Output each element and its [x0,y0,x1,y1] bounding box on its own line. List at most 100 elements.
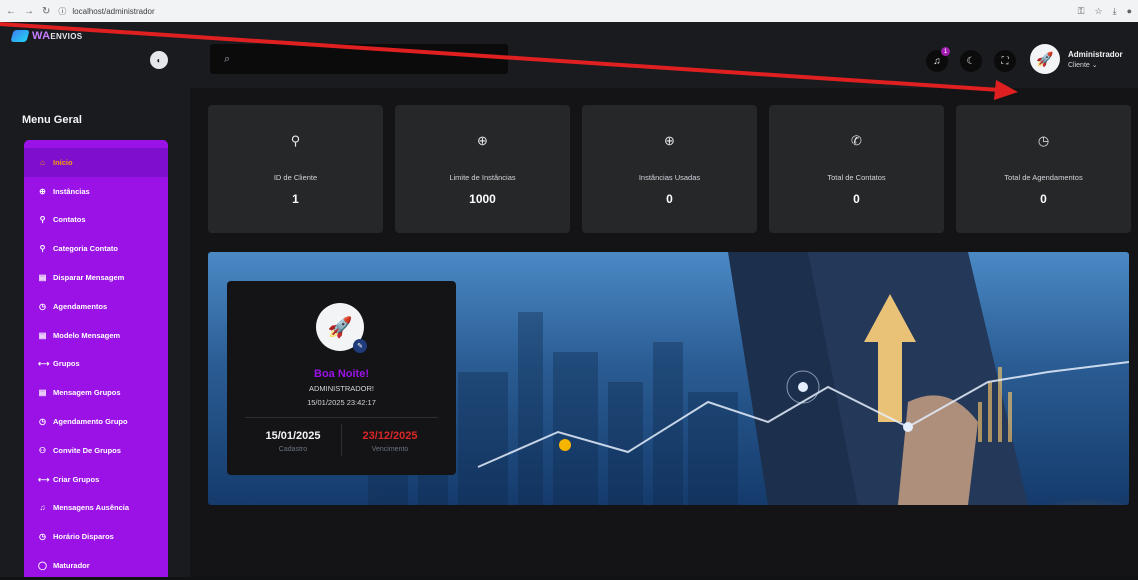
document-icon: ▤ [38,330,47,340]
sidebar-item-label: Mensagem Grupos [53,388,121,398]
sidebar-item-maturador[interactable]: ◯ Maturador [24,551,168,580]
chat-icon: ◯ [38,561,47,571]
expiry-label: Vencimento [371,446,409,453]
download-icon[interactable]: ⤓ [1113,6,1117,17]
stats-cards: ⚲ ID de Cliente 1 ⊕ Limite de Instâncias 1000… [208,105,1131,233]
greeting-text: Boa Noite! [314,368,369,380]
stat-card: ⊕ Instâncias Usadas 0 [582,105,757,233]
stat-label: Total de Contatos [827,173,886,182]
logo-icon [10,30,30,42]
sidebar-item-agendamentos[interactable]: ◷ Agendamentos [24,292,168,321]
sidebar-item-convite-de-grupos[interactable]: ⚇ Convite De Grupos [24,436,168,465]
sidebar-item-categoria-contato[interactable]: ⚲ Categoria Contato [24,234,168,263]
search-input[interactable]: ⌕ [210,44,508,74]
url-text: localhost/administrador [72,6,155,16]
browser-toolbar: ← → ↻ ⓘ localhost/administrador ⚿ ☆ ⤓ ● [0,0,1138,22]
fullscreen-icon: ⛶ [1001,55,1009,67]
avatar: 🚀 [1030,44,1060,74]
clock-icon: ◷ [39,532,46,542]
stat-card: ✆ Total de Contatos 0 [769,105,944,233]
home-icon: ⌂ [40,157,45,167]
stat-card: ⚲ ID de Cliente 1 [208,105,383,233]
expiry-block: 23/12/2025 Vencimento [342,430,438,453]
sidebar-item-label: Maturador [53,561,90,571]
sidebar-item-label: Grupos [53,359,80,369]
sidebar-item-grupos[interactable]: ⟷ Grupos [24,350,168,379]
sidebar-menu: ⌂ Início ⊕ Instâncias ⚲ Contatos ⚲ Categoria Co… [24,140,168,577]
stat-value: 0 [666,192,673,206]
sidebar-item-hor-rio-disparos[interactable]: ◷ Horário Disparos [24,522,168,551]
signup-block: 15/01/2025 Cadastro [245,430,341,453]
sidebar: Menu Geral ⌂ Início ⊕ Instâncias ⚲ Contatos ⚲ C… [0,88,190,577]
sidebar-toggle-button[interactable]: ◐ [150,51,168,69]
document-icon: ▤ [38,388,47,398]
pencil-icon: ✎ [357,343,363,350]
globe-icon: ⊕ [39,186,46,196]
notification-button[interactable]: ♫ 1 [926,47,950,72]
sidebar-item-label: Criar Grupos [53,474,100,484]
globe-icon: ⊕ [477,133,488,148]
menu-title: Menu Geral [22,114,82,126]
stat-card: ◷ Total de Agendamentos 0 [956,105,1131,233]
users-icon: ⚇ [38,445,47,455]
sidebar-item-criar-grupos[interactable]: ⟷ Criar Grupos [24,465,168,494]
user-name: Administrador [1068,49,1123,59]
stat-card: ⊕ Limite de Instâncias 1000 [395,105,570,233]
sidebar-item-inst-ncias[interactable]: ⊕ Instâncias [24,177,168,206]
user-role-dropdown[interactable]: Cliente ⌄ [1068,61,1123,69]
sidebar-item-label: Agendamentos [53,301,108,311]
phone-icon: ✆ [851,133,862,148]
edit-avatar-button[interactable]: ✎ [353,339,367,353]
clock-icon: ◷ [39,301,46,311]
sidebar-item-contatos[interactable]: ⚲ Contatos [24,206,168,235]
sidebar-item-agendamento-grupo[interactable]: ◷ Agendamento Grupo [24,407,168,436]
group-icon: ⟷ [38,474,50,484]
sidebar-item-mensagem-grupos[interactable]: ▤ Mensagem Grupos [24,378,168,407]
document-icon: ▤ [38,273,47,283]
profile-icon[interactable]: ● [1127,6,1132,17]
stat-label: Total de Agendamentos [1004,173,1083,182]
stat-value: 0 [853,192,860,206]
info-icon: ⓘ [58,6,67,16]
sidebar-item-label: Agendamento Grupo [53,417,128,427]
stat-value: 0 [1040,192,1047,206]
key-icon[interactable]: ⚿ [1078,6,1085,17]
sidebar-item-label: Convite De Grupos [53,445,121,455]
expiry-date: 23/12/2025 [362,430,418,442]
profile-datetime: 15/01/2025 23:42:17 [307,398,376,407]
user-icon: ⚲ [39,244,46,254]
sidebar-item-label: Modelo Mensagem [53,330,121,340]
stat-label: ID de Cliente [273,173,318,182]
globe-icon: ⊕ [664,133,675,148]
sidebar-item-label: Categoria Contato [53,244,119,254]
app-logo[interactable]: WAENVIOS [10,30,82,42]
clock-icon: ◷ [1037,133,1050,148]
fullscreen-button[interactable]: ⛶ [994,50,1016,72]
sidebar-item-label: Contatos [53,215,86,225]
signup-date: 15/01/2025 [265,430,321,442]
stat-value: 1000 [469,192,496,206]
sidebar-item-label: Horário Disparos [53,532,114,542]
profile-name: ADMINISTRADOR! [308,384,374,393]
user-icon: ⚲ [290,133,301,148]
address-bar[interactable]: ⓘ localhost/administrador [58,6,154,17]
bell-icon: ♫ [39,503,46,513]
notification-badge: 1 [941,47,950,56]
forward-icon[interactable]: → [24,6,34,17]
back-icon[interactable]: ← [6,6,16,17]
sidebar-item-mensagens-aus-ncia[interactable]: ♫ Mensagens Ausência [24,494,168,523]
divider [245,417,438,418]
stat-value: 1 [292,192,299,206]
search-icon: ⌕ [224,52,231,65]
reload-icon[interactable]: ↻ [42,6,50,17]
star-icon[interactable]: ☆ [1095,6,1103,17]
sidebar-item-disparar-mensagem[interactable]: ▤ Disparar Mensagem [24,263,168,292]
signup-label: Cadastro [278,446,308,453]
user-menu[interactable]: 🚀 Administrador Cliente ⌄ [1030,44,1123,74]
sidebar-item-label: Instâncias [53,186,90,196]
sidebar-item-modelo-mensagem[interactable]: ▤ Modelo Mensagem [24,321,168,350]
sidebar-item-in-cio[interactable]: ⌂ Início [24,148,168,177]
sidebar-item-label: Início [53,157,73,167]
dark-mode-button[interactable]: ☾ [960,50,982,72]
stat-label: Instâncias Usadas [638,173,701,182]
